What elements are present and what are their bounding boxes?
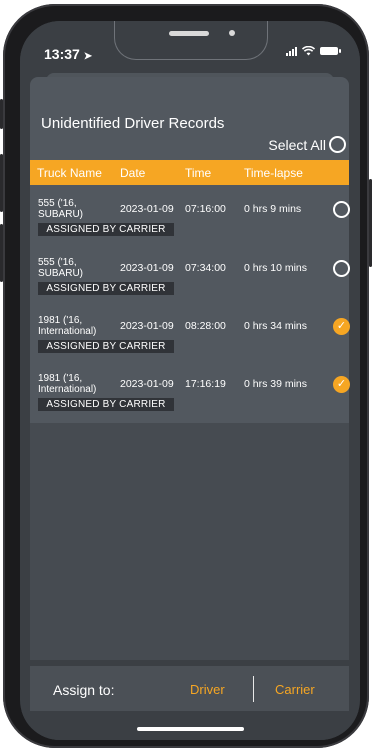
assign-carrier-button[interactable]: Carrier — [275, 682, 315, 697]
status-bar: 13:37 ➤ — [20, 21, 360, 73]
wifi-icon — [302, 46, 315, 56]
row-checkbox-checked[interactable]: ✓ — [333, 318, 350, 335]
record-row[interactable]: 555 ('16, SUBARU) 2023-01-09 07:16:00 0 … — [30, 191, 350, 249]
truck-name: 1981 ('16, International) — [38, 373, 97, 395]
select-all-label[interactable]: Select All — [268, 137, 326, 153]
header-date: Date — [120, 166, 146, 180]
front-camera — [229, 30, 235, 36]
record-time-lapse: 0 hrs 10 mins — [244, 262, 308, 274]
phone-frame: 13:37 ➤ Unidentified Driver Records Sele… — [0, 4, 372, 748]
truck-name: 555 ('16, SUBARU) — [38, 257, 84, 279]
record-time: 07:16:00 — [185, 203, 226, 215]
row-checkbox-checked[interactable]: ✓ — [333, 376, 350, 393]
record-time-lapse: 0 hrs 34 mins — [244, 320, 308, 332]
record-row[interactable]: 555 ('16, SUBARU) 2023-01-09 07:34:00 0 … — [30, 250, 350, 308]
check-icon: ✓ — [336, 320, 347, 332]
record-row[interactable]: 1981 ('16, International) 2023-01-09 17:… — [30, 366, 350, 424]
check-icon: ✓ — [336, 378, 347, 390]
speaker-grille — [169, 31, 209, 36]
power-button — [369, 179, 372, 267]
empty-list-area — [30, 423, 349, 660]
assigned-badge: ASSIGNED BY CARRIER — [38, 223, 174, 236]
truck-name: 1981 ('16, International) — [38, 315, 97, 337]
volume-up-button — [0, 154, 3, 212]
volume-down-button — [0, 224, 3, 282]
assigned-badge: ASSIGNED BY CARRIER — [38, 340, 174, 353]
record-time-lapse: 0 hrs 39 mins — [244, 378, 308, 390]
assign-to-label: Assign to: — [53, 682, 115, 698]
row-checkbox[interactable] — [333, 260, 350, 277]
assign-bar: Assign to: Driver Carrier — [30, 666, 349, 711]
assigned-badge: ASSIGNED BY CARRIER — [38, 282, 174, 295]
record-date: 2023-01-09 — [120, 203, 174, 215]
page-title: Unidentified Driver Records — [41, 115, 225, 132]
record-date: 2023-01-09 — [120, 378, 174, 390]
home-indicator[interactable] — [137, 727, 244, 731]
header-time: Time — [185, 166, 212, 180]
record-date: 2023-01-09 — [120, 320, 174, 332]
battery-icon — [320, 47, 341, 55]
truck-name: 555 ('16, SUBARU) — [38, 198, 84, 220]
location-icon: ➤ — [83, 51, 93, 62]
notch — [114, 21, 268, 60]
status-icons — [286, 46, 341, 56]
record-date: 2023-01-09 — [120, 262, 174, 274]
header-truck-name: Truck Name — [37, 166, 102, 180]
table-header: Truck Name Date Time Time-lapse — [30, 160, 349, 185]
assign-driver-button[interactable]: Driver — [190, 682, 225, 697]
mute-switch — [0, 99, 3, 129]
status-time: 13:37 ➤ — [44, 46, 93, 62]
header-time-lapse: Time-lapse — [244, 166, 303, 180]
footer-divider — [253, 676, 254, 702]
record-time: 08:28:00 — [185, 320, 226, 332]
signal-icon — [286, 46, 297, 56]
record-time-lapse: 0 hrs 9 mins — [244, 203, 302, 215]
record-row[interactable]: 1981 ('16, International) 2023-01-09 08:… — [30, 308, 350, 366]
record-time: 07:34:00 — [185, 262, 226, 274]
assigned-badge: ASSIGNED BY CARRIER — [38, 398, 174, 411]
screen: 13:37 ➤ Unidentified Driver Records Sele… — [20, 21, 360, 740]
record-time: 17:16:19 — [185, 378, 226, 390]
select-all-checkbox[interactable] — [329, 136, 346, 153]
bottom-safe-area — [20, 711, 360, 740]
row-checkbox[interactable] — [333, 201, 350, 218]
